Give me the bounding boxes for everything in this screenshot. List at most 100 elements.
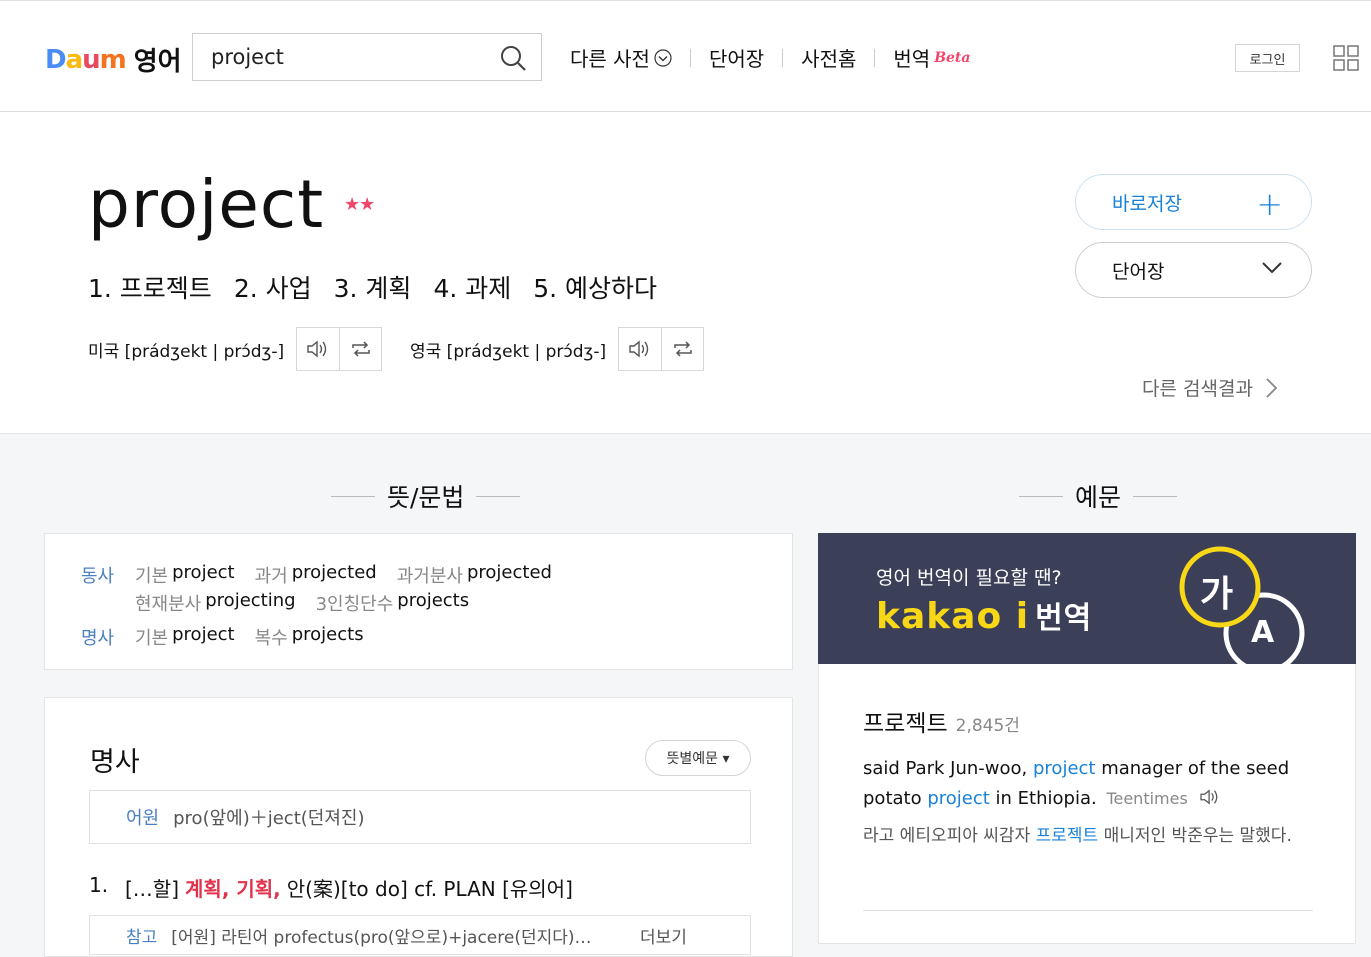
verb-inflection-row-2: 현재분사 projecting 3인칭단수 projects [135, 590, 489, 616]
pronunciation-uk: 영국 [prádʒekt | prɔ́dʒ-] [410, 327, 705, 371]
nav-divider [874, 48, 876, 67]
app-grid-icon[interactable] [1333, 45, 1359, 71]
wordbook-select[interactable]: 단어장 [1075, 242, 1312, 298]
sentence-text: said Park Jun-woo, [863, 758, 1033, 779]
glyph-a: A [1251, 615, 1275, 650]
example-source: Teentimes [1106, 789, 1188, 808]
inflection-value[interactable]: projected [292, 562, 377, 588]
translation-text: 라고 에티오피아 씨감자 [863, 826, 1036, 846]
inflection-value[interactable]: project [172, 624, 234, 650]
sentence-text: in Ethiopia. [989, 788, 1097, 809]
divider [863, 910, 1313, 911]
nav-translate[interactable]: 번역 Beta [893, 43, 970, 72]
nav-dict-home[interactable]: 사전홈 [801, 43, 856, 72]
speaker-icon [307, 340, 327, 358]
speaker-icon[interactable] [1198, 788, 1222, 806]
repeat-icon [351, 341, 370, 357]
inflection-key: 기본 [135, 566, 169, 587]
chevron-down-icon [654, 48, 672, 67]
repeat-audio-button[interactable] [339, 328, 382, 370]
sentence-highlight[interactable]: project [1033, 758, 1095, 779]
logo[interactable]: Daum 영어 [45, 41, 182, 78]
repeat-icon [673, 341, 692, 357]
daum-logo: Daum [45, 44, 127, 75]
inflection-key: 현재분사 [135, 594, 202, 615]
reference-note: 참고 [어원] 라틴어 profectus(pro(앞으로)+jacere(던지… [89, 915, 751, 955]
verb-inflection-row: 동사 기본 project 과거 projected 과거분사 projected [81, 562, 572, 588]
play-audio-button[interactable] [619, 328, 662, 370]
header: Daum 영어 다른 사전 단어장 사전홈 번역 Beta 로그인 [0, 0, 1371, 112]
example-section-title: 예문 [1007, 478, 1189, 514]
meaning-item: 3. 계획 [333, 274, 412, 303]
inflection-key: 기본 [135, 628, 169, 649]
inflection-key: 3인칭단수 [315, 594, 394, 615]
pron-uk-text: 영국 [prádʒekt | prɔ́dʒ-] [410, 341, 607, 362]
definition-item: 1. […할] 계획, 기획, 안(案)[to do] cf. PLAN [유의… [89, 873, 573, 902]
banner-tagline: 영어 번역이 필요할 땐? [876, 567, 1062, 589]
inflection-value[interactable]: project [172, 562, 234, 588]
meaning-item: 2. 사업 [233, 274, 312, 303]
meaning-section-title: 뜻/문법 [319, 478, 532, 514]
nav-wordbook[interactable]: 단어장 [709, 43, 764, 72]
pronunciation-us: 미국 [prádʒekt | prɔ́dʒ-] [88, 327, 383, 371]
meaning-item: 1. 프로젝트 [88, 274, 212, 303]
definition-rest: 안(案)[to do] cf. PLAN [유의어] [286, 877, 573, 901]
chevron-right-icon [1266, 377, 1278, 398]
example-heading: 프로젝트 2,845건 [863, 704, 1020, 738]
inflection-value[interactable]: projects [397, 590, 469, 616]
play-audio-button[interactable] [297, 328, 340, 370]
kakao-translate-banner[interactable]: 영어 번역이 필요할 땐? kakao i 번역 가 A [818, 533, 1356, 664]
nav-other-dict-label: 다른 사전 [570, 47, 650, 71]
inflection-key: 복수 [254, 628, 288, 649]
other-results-link[interactable]: 다른 검색결과 [1142, 374, 1281, 401]
nav-divider [689, 48, 691, 67]
etymology-box: 어원 pro(앞에)＋ject(던져진) [89, 790, 751, 844]
noun-meaning-card: 명사 뜻별예문 ▾ 어원 pro(앞에)＋ject(던져진) 1. […할] 계… [44, 697, 793, 957]
logo-title: 영어 [133, 47, 182, 77]
etymology-label: 어원 [126, 808, 160, 829]
definition-highlight: 계획, 기획, [185, 877, 281, 901]
inflection-value[interactable]: projects [292, 624, 364, 650]
inflection-value[interactable]: projecting [205, 590, 295, 616]
inflection-key: 과거분사 [396, 566, 463, 587]
search-icon[interactable] [499, 44, 527, 72]
definition-number: 1. [89, 873, 109, 897]
title-rule [476, 495, 521, 497]
gnb: 다른 사전 단어장 사전홈 번역 Beta [570, 43, 970, 72]
nav-other-dict[interactable]: 다른 사전 [570, 43, 672, 72]
nav-divider [782, 48, 784, 67]
meaning-item: 4. 과제 [433, 274, 512, 303]
repeat-audio-button[interactable] [661, 328, 704, 370]
headword: project [88, 166, 325, 243]
pos-heading: 명사 [90, 747, 140, 778]
meaning-item: 5. 예상하다 [533, 274, 658, 303]
banner-brand-name: kakao i [876, 596, 1030, 637]
other-results-label: 다른 검색결과 [1142, 378, 1253, 400]
sentence-highlight[interactable]: project [927, 788, 989, 809]
translation-highlight: 프로젝트 [1035, 826, 1099, 846]
example-by-meaning-button[interactable]: 뜻별예문 ▾ [645, 740, 751, 776]
quick-save-label: 바로저장 [1112, 192, 1182, 215]
importance-stars: ★★ [344, 194, 375, 215]
example-sentence: said Park Jun-woo, project manager of th… [863, 754, 1313, 814]
inflection-card: 동사 기본 project 과거 projected 과거분사 projected 현… [44, 533, 793, 670]
title-rule [331, 495, 375, 497]
definition-prefix: […할] [125, 877, 180, 901]
search-box [192, 33, 542, 81]
example-card: 프로젝트 2,845건 said Park Jun-woo, project m… [818, 664, 1356, 944]
glyph-ga: 가 [1200, 574, 1234, 615]
example-translation: 라고 에티오피아 씨감자 프로젝트 매니저인 박준우는 말했다. [863, 821, 1313, 851]
banner-brand: kakao i 번역 [876, 593, 1092, 637]
nav-translate-label: 번역 [893, 47, 931, 71]
title-rule [1133, 495, 1178, 497]
meaning-list: 1. 프로젝트 2. 사업 3. 계획 4. 과제 5. 예상하다 [88, 269, 657, 305]
quick-save-button[interactable]: 바로저장 + [1075, 174, 1312, 230]
wordbook-select-label: 단어장 [1112, 260, 1165, 283]
search-input[interactable] [211, 42, 491, 72]
inflection-value[interactable]: projected [467, 562, 552, 588]
pron-us-controls [296, 327, 383, 371]
pos-label-noun: 명사 [81, 628, 115, 649]
example-title-text: 예문 [1075, 483, 1122, 512]
login-button[interactable]: 로그인 [1235, 44, 1300, 72]
title-rule [1019, 495, 1063, 497]
